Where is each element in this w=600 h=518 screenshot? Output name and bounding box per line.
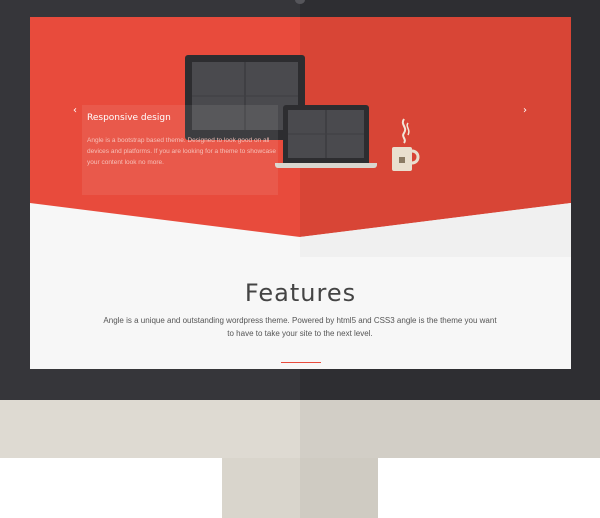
laptop-display bbox=[288, 110, 364, 158]
features-description: Angle is a unique and outstanding wordpr… bbox=[103, 316, 497, 338]
chevron-left-icon[interactable]: ‹ bbox=[73, 105, 77, 116]
monitor-chin-shade bbox=[300, 400, 600, 458]
laptop-base bbox=[275, 163, 377, 168]
slide-title: Responsive design bbox=[87, 113, 171, 123]
laptop-illustration bbox=[283, 105, 369, 163]
angle-divider bbox=[30, 203, 571, 257]
monitor-screen: Responsive design Angle is a bootstrap b… bbox=[30, 17, 571, 369]
features-divider bbox=[281, 362, 321, 363]
features-heading: Features bbox=[244, 279, 357, 307]
monitor-stand-highlight bbox=[222, 458, 300, 518]
chevron-right-icon[interactable]: › bbox=[523, 105, 527, 116]
slide-body: Angle is a bootstrap based theme. Design… bbox=[87, 137, 276, 166]
mug-illustration bbox=[392, 118, 420, 171]
